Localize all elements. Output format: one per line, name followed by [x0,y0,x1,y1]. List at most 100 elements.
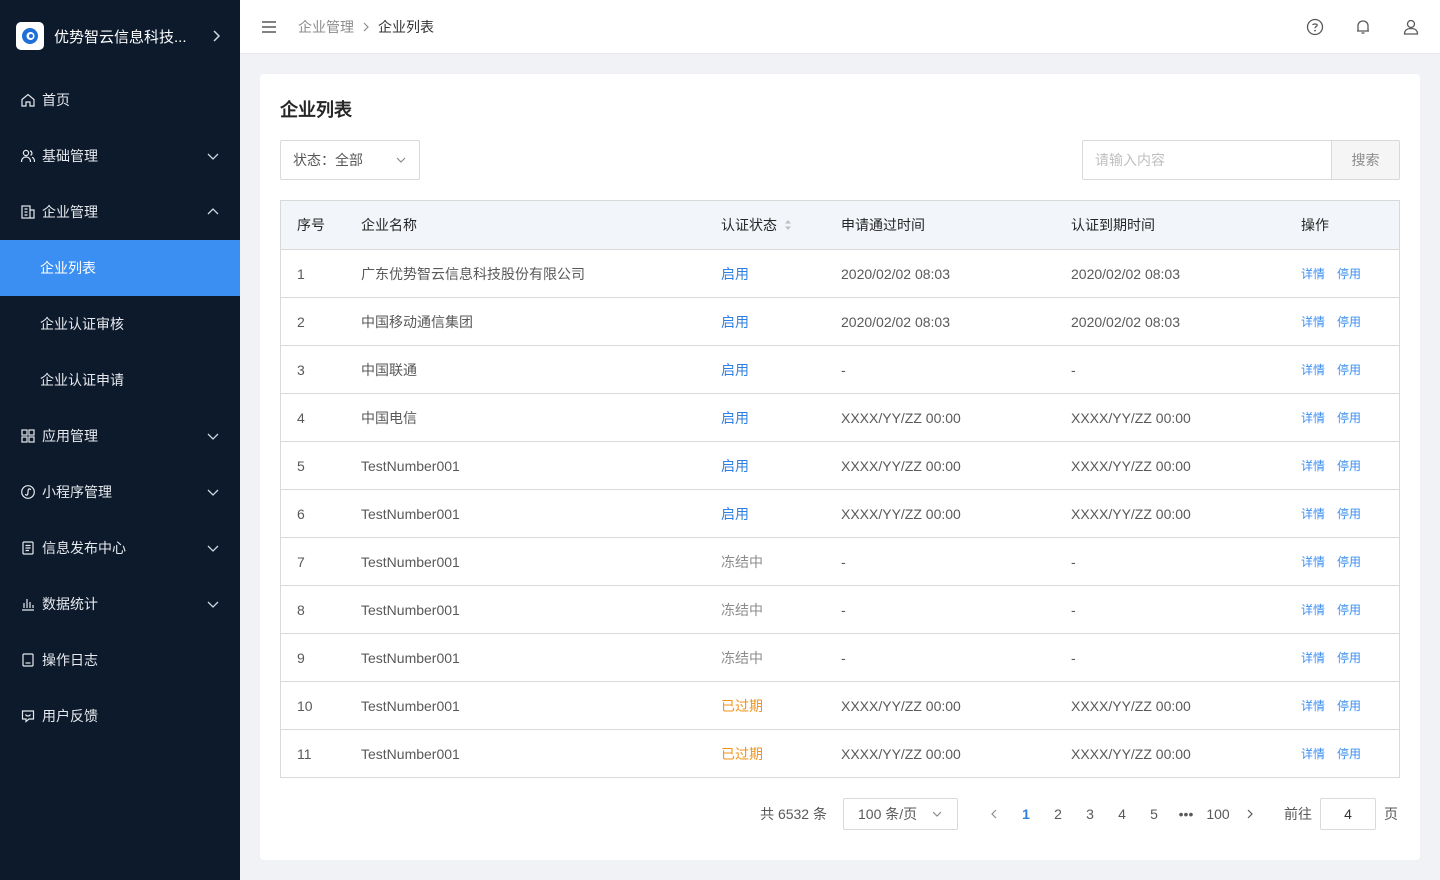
cell-expire-time: - [1071,553,1076,570]
cell-actions: 详情 停用 [1301,457,1399,474]
disable-link[interactable]: 停用 [1337,361,1361,378]
table-row: 3 中国联通 启用 - - 详情 停用 [281,345,1399,393]
disable-link[interactable]: 停用 [1337,553,1361,570]
sidebar-subitem[interactable]: 企业列表 [0,240,240,296]
cell-expire-time: XXXX/YY/ZZ 00:00 [1071,457,1191,474]
bar-chart-icon [22,599,34,611]
detail-link[interactable]: 详情 [1301,505,1325,522]
cell-apply-time: XXXX/YY/ZZ 00:00 [841,505,961,522]
cell-enterprise-name: TestNumber001 [361,553,460,570]
cell-status: 启用 [721,361,749,378]
cell-index: 6 [297,505,305,522]
user-icon[interactable] [1402,18,1420,36]
disable-link[interactable]: 停用 [1337,313,1361,330]
page-size-select[interactable]: 100 条/页 [843,798,958,830]
cell-actions: 详情 停用 [1301,409,1399,426]
cell-actions: 详情 停用 [1301,265,1399,282]
sidebar-item-label: 应用管理 [42,428,98,444]
status-filter-select[interactable]: 状态：全部 [280,140,420,180]
detail-link[interactable]: 详情 [1301,409,1325,426]
disable-link[interactable]: 停用 [1337,265,1361,282]
cell-expire-time: 2020/02/02 08:03 [1071,313,1180,330]
page-number[interactable]: 3 [1074,798,1106,830]
sidebar-item[interactable]: 企业管理 [0,184,240,240]
table-row: 8 TestNumber001 冻结中 - - 详情 停用 [281,585,1399,633]
sidebar-subitem[interactable]: 企业认证审核 [0,296,240,352]
sidebar-item[interactable]: 用户反馈 [0,688,240,744]
sidebar-item[interactable]: 操作日志 [0,632,240,688]
sidebar-item[interactable]: 信息发布中心 [0,520,240,576]
sidebar-item[interactable]: 首页 [0,72,240,128]
disable-link[interactable]: 停用 [1337,409,1361,426]
search-button[interactable]: 搜索 [1331,141,1399,179]
chevron-down-icon [932,811,942,817]
main-card: 企业列表 状态：全部 搜索 序号 企业名称 认证状态 申请通过时间 认证到期时间… [260,74,1420,860]
document-icon [22,541,34,555]
page-ellipsis[interactable]: ••• [1170,798,1202,830]
detail-link[interactable]: 详情 [1301,649,1325,666]
disable-link[interactable]: 停用 [1337,601,1361,618]
detail-link[interactable]: 详情 [1301,265,1325,282]
disable-link[interactable]: 停用 [1337,457,1361,474]
cell-enterprise-name: TestNumber001 [361,649,460,666]
page-number[interactable]: 1 [1010,798,1042,830]
cell-enterprise-name: 广东优势智云信息科技股份有限公司 [361,265,585,282]
help-icon[interactable] [1306,18,1324,36]
header-actions [1276,18,1420,36]
brand-header[interactable]: 优势智云信息科技... [0,0,240,72]
cell-expire-time: 2020/02/02 08:03 [1071,265,1180,282]
page-number[interactable]: 4 [1106,798,1138,830]
bell-icon[interactable] [1354,18,1372,36]
building-icon [21,205,35,219]
table-row: 1 广东优势智云信息科技股份有限公司 启用 2020/02/02 08:03 2020/… [281,249,1399,297]
prev-page-button[interactable] [978,798,1010,830]
chevron-right-icon[interactable] [208,28,224,44]
goto-page-input[interactable] [1320,798,1376,830]
disable-link[interactable]: 停用 [1337,505,1361,522]
cell-actions: 详情 停用 [1301,553,1399,570]
table-row: 7 TestNumber001 冻结中 - - 详情 停用 [281,537,1399,585]
chevron-down-icon [207,489,219,496]
sidebar-item[interactable]: 数据统计 [0,576,240,632]
disable-link[interactable]: 停用 [1337,745,1361,762]
detail-link[interactable]: 详情 [1301,361,1325,378]
cell-actions: 详情 停用 [1301,601,1399,618]
sidebar-subitem[interactable]: 企业认证申请 [0,352,240,408]
next-page-button[interactable] [1234,798,1266,830]
chevron-down-icon [207,545,219,552]
sidebar-item-label: 操作日志 [42,652,98,668]
disable-link[interactable]: 停用 [1337,649,1361,666]
cell-actions: 详情 停用 [1301,649,1399,666]
sidebar-item-label: 企业管理 [42,204,98,220]
breadcrumb-parent[interactable]: 企业管理 [298,17,354,37]
sidebar-item[interactable]: 基础管理 [0,128,240,184]
detail-link[interactable]: 详情 [1301,553,1325,570]
page-number-list: 1 2 3 4 5 ••• 100 [1010,798,1234,830]
page-number[interactable]: 100 [1202,798,1234,830]
cell-index: 4 [297,409,305,426]
cell-actions: 详情 停用 [1301,361,1399,378]
sort-icon[interactable] [783,218,793,232]
column-header-expire-time: 认证到期时间 [1071,217,1155,233]
home-icon [21,93,35,107]
search-input[interactable] [1083,141,1331,179]
table-row: 4 中国电信 启用 XXXX/YY/ZZ 00:00 XXXX/YY/ZZ 00:00 详… [281,393,1399,441]
menu-toggle-icon[interactable] [260,18,278,36]
detail-link[interactable]: 详情 [1301,745,1325,762]
column-header-status[interactable]: 认证状态 [721,215,841,235]
cell-status: 已过期 [721,697,763,714]
detail-link[interactable]: 详情 [1301,457,1325,474]
cell-apply-time: 2020/02/02 08:03 [841,265,950,282]
cell-apply-time: XXXX/YY/ZZ 00:00 [841,697,961,714]
detail-link[interactable]: 详情 [1301,313,1325,330]
sidebar-item[interactable]: 应用管理 [0,408,240,464]
page-number[interactable]: 2 [1042,798,1074,830]
chevron-down-icon [207,601,219,608]
detail-link[interactable]: 详情 [1301,697,1325,714]
sidebar-item[interactable]: 小程序管理 [0,464,240,520]
detail-link[interactable]: 详情 [1301,601,1325,618]
page-number[interactable]: 5 [1138,798,1170,830]
cell-index: 8 [297,601,305,618]
disable-link[interactable]: 停用 [1337,697,1361,714]
chevron-left-icon [991,809,997,819]
